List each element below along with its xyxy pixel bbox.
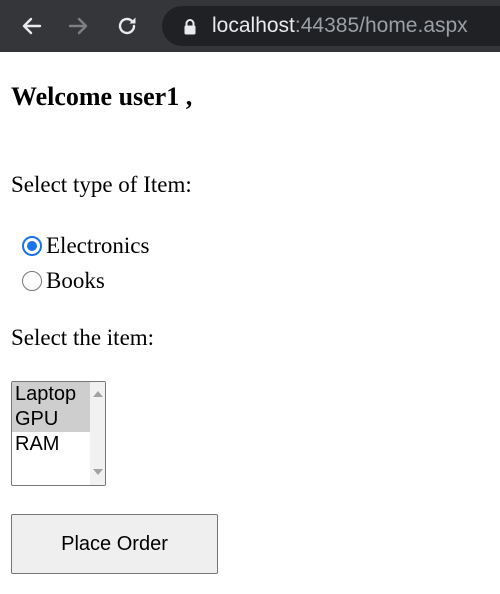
reload-button[interactable] [107, 0, 147, 52]
item-type-label: Select type of Item: [11, 172, 192, 197]
scroll-up-arrow-icon [92, 390, 103, 397]
list-item-gpu[interactable]: GPU [12, 407, 92, 432]
radio-label-electronics: Electronics [46, 233, 150, 258]
scroll-down-arrow-icon [92, 468, 103, 475]
listbox-options: Laptop GPU RAM [12, 382, 92, 457]
radio-label-books: Books [46, 268, 105, 293]
back-button[interactable] [12, 0, 52, 52]
back-arrow-icon [22, 17, 42, 35]
address-bar[interactable]: localhost:44385/home.aspx [162, 6, 500, 46]
select-item-label: Select the item: [11, 325, 155, 350]
scroll-down-button[interactable] [90, 464, 105, 479]
item-listbox[interactable]: Laptop GPU RAM [11, 381, 106, 486]
url-host: localhost [212, 14, 295, 37]
scroll-up-button[interactable] [90, 386, 105, 401]
list-item-laptop[interactable]: Laptop [12, 382, 92, 407]
reload-icon [118, 17, 136, 35]
forward-button[interactable] [58, 0, 98, 52]
url-path: :44385/home.aspx [294, 14, 468, 37]
browser-toolbar: localhost:44385/home.aspx [0, 0, 500, 52]
radio-button-electronics[interactable] [22, 236, 42, 256]
url-text: localhost:44385/home.aspx [212, 6, 468, 46]
radio-button-books[interactable] [22, 271, 42, 291]
radio-option-electronics[interactable]: Electronics [22, 233, 149, 259]
welcome-heading: Welcome user1 , [11, 82, 193, 111]
lock-icon [184, 19, 196, 35]
place-order-button[interactable]: Place Order [11, 514, 218, 574]
list-item-ram[interactable]: RAM [12, 432, 92, 457]
listbox-scrollbar[interactable] [90, 382, 105, 485]
radio-option-books[interactable]: Books [22, 268, 105, 294]
forward-arrow-icon [68, 17, 88, 35]
